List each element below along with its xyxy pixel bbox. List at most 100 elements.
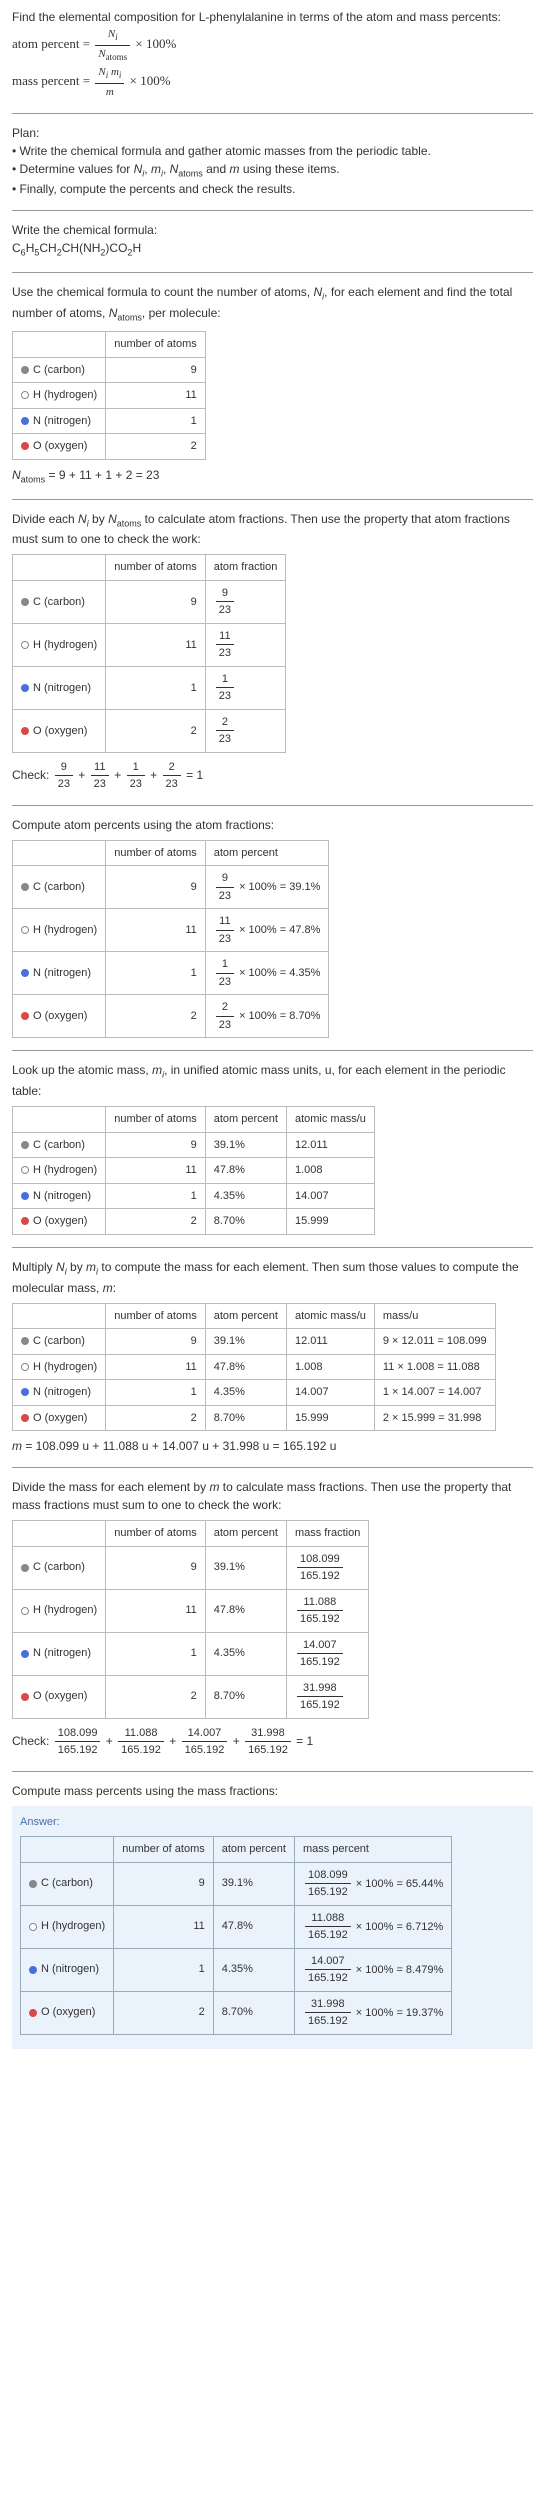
carbon-dot-icon — [29, 1880, 37, 1888]
h-count: 11 — [106, 1354, 206, 1380]
c-pct: 39.1% — [205, 1132, 286, 1158]
n-count: 1 — [106, 952, 206, 995]
n-count: 1 — [106, 408, 206, 434]
n-label: N (nitrogen) — [33, 1647, 91, 1659]
plan-heading: Plan: — [12, 124, 533, 142]
masslookup-table: number of atomsatom percentatomic mass/u… — [12, 1106, 375, 1235]
carbon-dot-icon — [21, 366, 29, 374]
hdr-mass: atomic mass/u — [286, 1303, 374, 1329]
divider — [12, 113, 533, 114]
o-pct: 8.70% — [205, 1675, 286, 1718]
hdr-atoms: number of atoms — [106, 555, 206, 581]
c-count: 9 — [106, 866, 206, 909]
o-label: O (oxygen) — [33, 1215, 87, 1227]
hdr-mass: atomic mass/u — [286, 1107, 374, 1133]
oxygen-dot-icon — [21, 442, 29, 450]
table-row: N (nitrogen)1 — [13, 408, 206, 434]
hdr-massu: mass/u — [374, 1303, 495, 1329]
chemical-formula-section: Write the chemical formula: C6H5CH2CH(NH… — [12, 221, 533, 260]
carbon-dot-icon — [21, 1564, 29, 1572]
o-label: O (oxygen) — [33, 1412, 87, 1424]
massfrac-table: number of atomsatom percentmass fraction… — [12, 1520, 369, 1719]
n-count: 1 — [106, 1380, 206, 1406]
o-mass: 15.999 — [286, 1209, 374, 1235]
hdr-atoms: number of atoms — [114, 1837, 214, 1863]
c-mass: 12.011 — [286, 1132, 374, 1158]
atompct-section: Compute atom percents using the atom fra… — [12, 816, 533, 1039]
c-label: C (carbon) — [33, 596, 85, 608]
hdr-pct: atom percent — [205, 1303, 286, 1329]
c-count: 9 — [106, 357, 206, 383]
hdr-mf: mass fraction — [286, 1521, 368, 1547]
o-pct: 8.70% — [205, 1209, 286, 1235]
intro: Find the elemental composition for L-phe… — [12, 8, 533, 101]
chemical-formula: C6H5CH2CH(NH2)CO2H — [12, 239, 533, 260]
n-pct: 123 × 100% = 4.35% — [205, 952, 329, 995]
mass-percent-formula: mass percent = Ni mim × 100% — [12, 64, 533, 100]
table-row: H (hydrogen)11 — [13, 383, 206, 409]
table-row: N (nitrogen)14.35%14.007 — [13, 1183, 375, 1209]
c-label: C (carbon) — [33, 364, 85, 376]
h-pct: 47.8% — [205, 1158, 286, 1184]
atom-percent-lhs: atom percent = — [12, 36, 90, 51]
times-100: × 100% — [135, 36, 176, 51]
table-row: O (oxygen)2223 — [13, 709, 286, 752]
oxygen-dot-icon — [21, 1414, 29, 1422]
hydrogen-dot-icon — [21, 1166, 29, 1174]
table-row: O (oxygen)2223 × 100% = 8.70% — [13, 995, 329, 1038]
hdr-pct: atom percent — [205, 1107, 286, 1133]
hdr-pct: atom percent — [205, 840, 329, 866]
natoms-sum: Natoms = 9 + 11 + 1 + 2 = 23 — [12, 466, 533, 487]
oxygen-dot-icon — [29, 2009, 37, 2017]
h-count: 11 — [106, 1589, 206, 1632]
o-label: O (oxygen) — [33, 725, 87, 737]
table-row: C (carbon)939.1%108.099165.192 × 100% = … — [21, 1862, 452, 1905]
hydrogen-dot-icon — [29, 1923, 37, 1931]
hydrogen-dot-icon — [21, 926, 29, 934]
c-calc: 9 × 12.011 = 108.099 — [374, 1329, 495, 1355]
o-pct: 8.70% — [205, 1405, 286, 1431]
n-mf: 14.007165.192 — [286, 1632, 368, 1675]
h-label: H (hydrogen) — [33, 389, 97, 401]
o-frac: 223 — [205, 709, 286, 752]
divider — [12, 499, 533, 500]
count-text: Use the chemical formula to count the nu… — [12, 283, 533, 325]
n-count: 1 — [106, 1183, 206, 1209]
c-pct: 39.1% — [213, 1862, 294, 1905]
nitrogen-dot-icon — [29, 1966, 37, 1974]
table-row: N (nitrogen)14.35%14.007165.192 — [13, 1632, 369, 1675]
table-row: N (nitrogen)1123 — [13, 666, 286, 709]
c-label: C (carbon) — [33, 1335, 85, 1347]
mass-percent-lhs: mass percent = — [12, 73, 90, 88]
n-label: N (nitrogen) — [33, 967, 91, 979]
h-label: H (hydrogen) — [33, 924, 97, 936]
table-row: O (oxygen)28.70%31.998165.192 — [13, 1675, 369, 1718]
c-frac: 923 — [205, 580, 286, 623]
hdr-pct: atom percent — [205, 1521, 286, 1547]
divider — [12, 1247, 533, 1248]
table-row: H (hydrogen)111123 × 100% = 47.8% — [13, 909, 329, 952]
table-row: O (oxygen)28.70%15.999 — [13, 1209, 375, 1235]
o-label: O (oxygen) — [41, 2006, 95, 2018]
plan: Plan: • Write the chemical formula and g… — [12, 124, 533, 199]
final-table: number of atomsatom percentmass percent … — [20, 1836, 452, 2035]
table-row: N (nitrogen) 1123 × 100% = 4.35% — [13, 952, 329, 995]
divider — [12, 805, 533, 806]
massfrac-section: Divide the mass for each element by m to… — [12, 1478, 533, 1759]
answer-box: Answer: number of atomsatom percentmass … — [12, 1806, 533, 2049]
h-pct: 1123 × 100% = 47.8% — [205, 909, 329, 952]
carbon-dot-icon — [21, 883, 29, 891]
table-row: H (hydrogen)1147.8%1.008 — [13, 1158, 375, 1184]
h-frac: 1123 — [205, 623, 286, 666]
formula-heading: Write the chemical formula: — [12, 221, 533, 239]
carbon-dot-icon — [21, 1337, 29, 1345]
count-table: number of atoms C (carbon)9 H (hydrogen)… — [12, 331, 206, 460]
massmult-table: number of atomsatom percentatomic mass/u… — [12, 1303, 496, 1432]
atompct-text: Compute atom percents using the atom fra… — [12, 816, 533, 834]
n-mass: 14.007 — [286, 1380, 374, 1406]
massfrac-text: Divide the mass for each element by m to… — [12, 1478, 533, 1514]
o-count: 2 — [106, 1405, 206, 1431]
hydrogen-dot-icon — [21, 391, 29, 399]
oxygen-dot-icon — [21, 1012, 29, 1020]
n-count: 1 — [114, 1948, 214, 1991]
